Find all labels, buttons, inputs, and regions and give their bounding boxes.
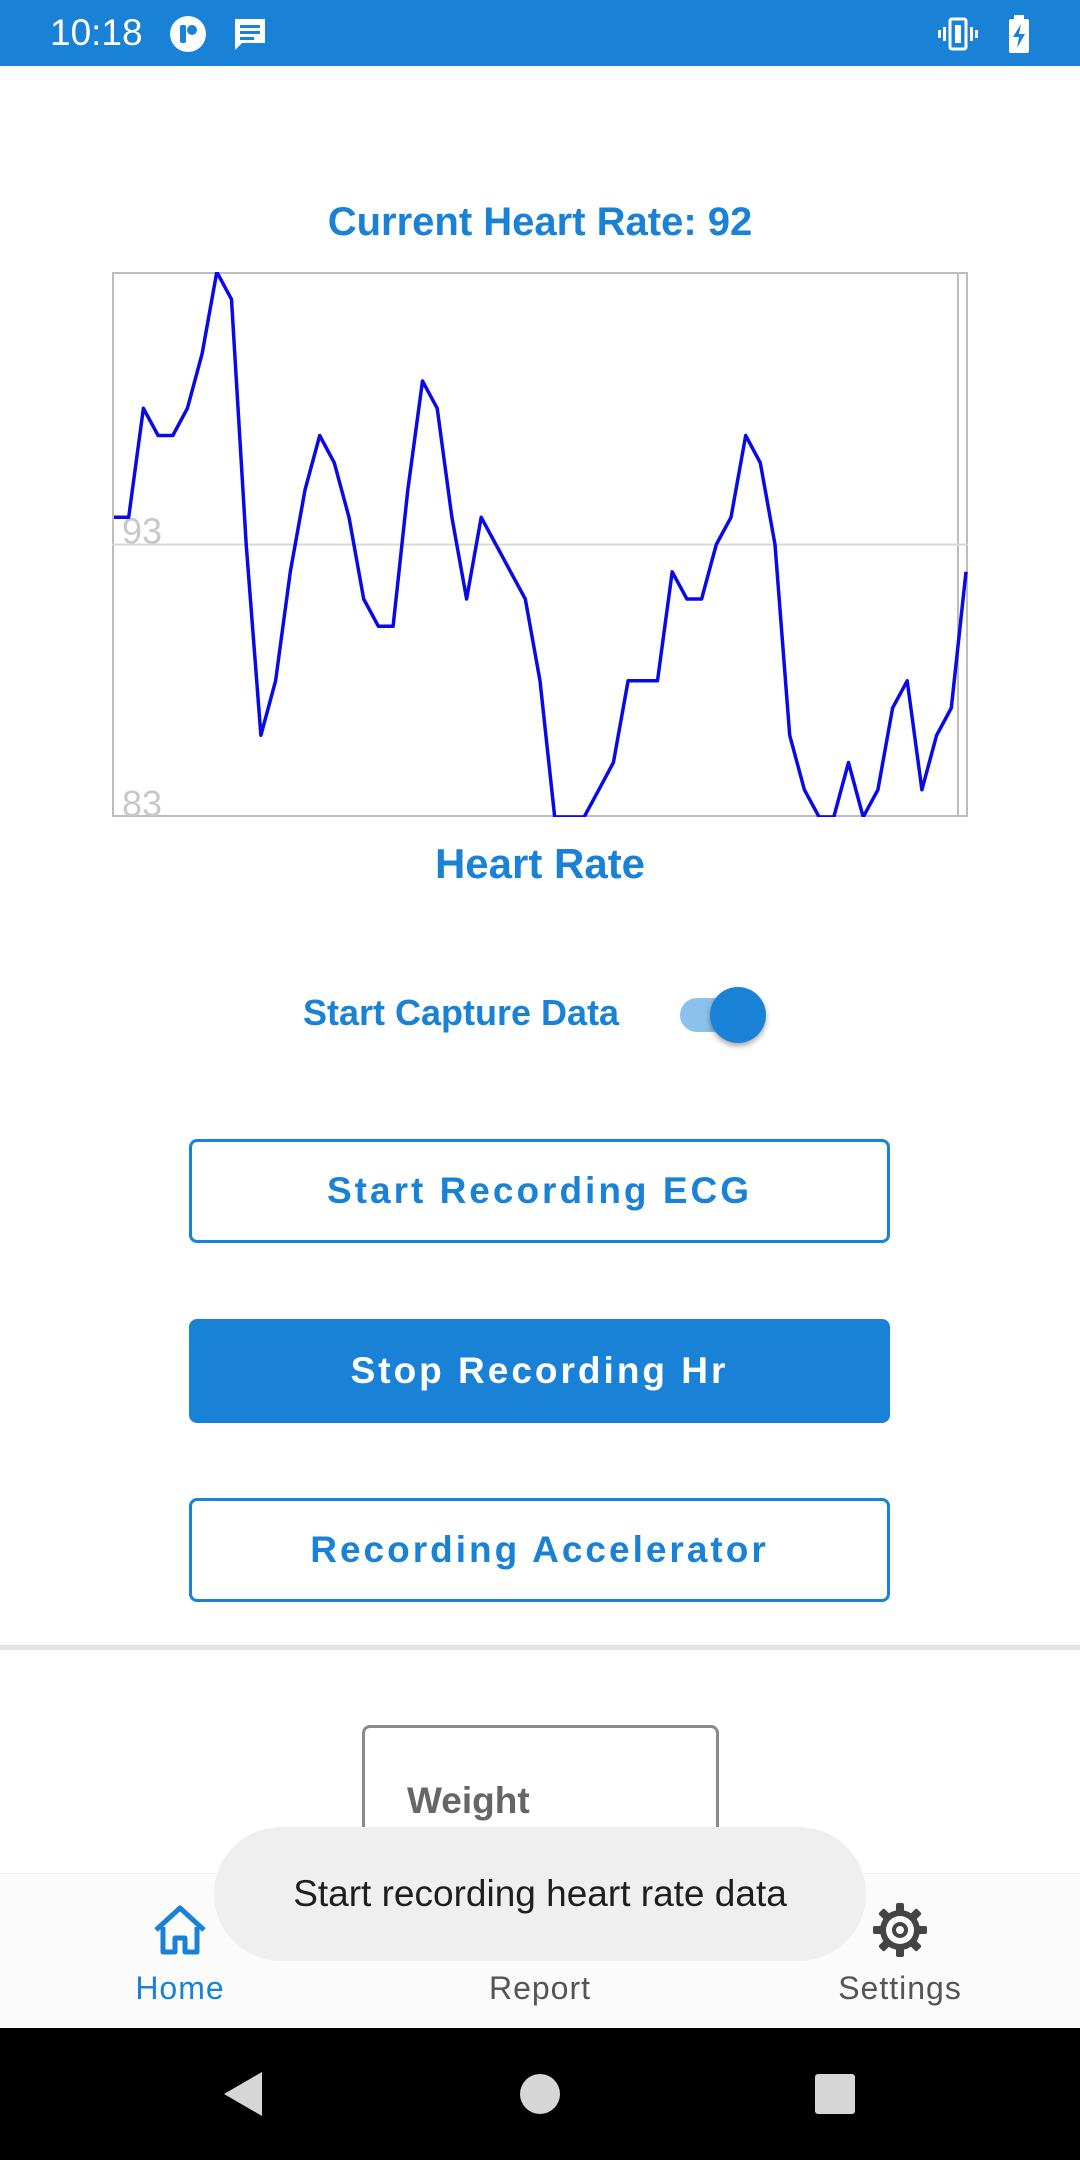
battery-charging-icon [1009,15,1029,53]
nav-label-report: Report [488,1970,592,2006]
home-circle-icon[interactable] [510,2064,570,2124]
weight-label: Weight [407,1780,530,1821]
start-recording-ecg-button[interactable]: Start Recording ECG [189,1139,890,1243]
capture-toggle-switch[interactable] [678,985,770,1045]
switch-thumb [710,987,766,1043]
capture-toggle-label: Start Capture Data [303,992,620,1033]
message-icon [235,19,265,50]
toast-message: Start recording heart rate data [214,1827,866,1961]
y-tick-label: 83 [122,783,162,817]
nav-label-home: Home [135,1970,225,2006]
status-time: 10:18 [50,12,143,53]
stop-recording-hr-button[interactable]: Stop Recording Hr [189,1319,890,1423]
recording-accelerator-button[interactable]: Recording Accelerator [189,1498,890,1602]
system-navigation-bar [0,2028,1080,2160]
nav-label-settings: Settings [838,1970,962,2006]
current-heart-rate-title: Current Heart Rate: 92 [327,200,753,244]
heart-rate-chart: 9383 [112,272,968,817]
chart-caption: Heart Rate [434,840,646,887]
vibrate-icon [938,17,978,51]
home-icon [154,1905,206,1955]
status-bar: 10:18 [0,0,1080,66]
app-notification-icon [170,16,206,52]
recents-icon[interactable] [805,2064,865,2124]
back-icon[interactable] [214,2064,274,2124]
gear-icon [873,1903,927,1957]
section-divider [0,1645,1080,1650]
